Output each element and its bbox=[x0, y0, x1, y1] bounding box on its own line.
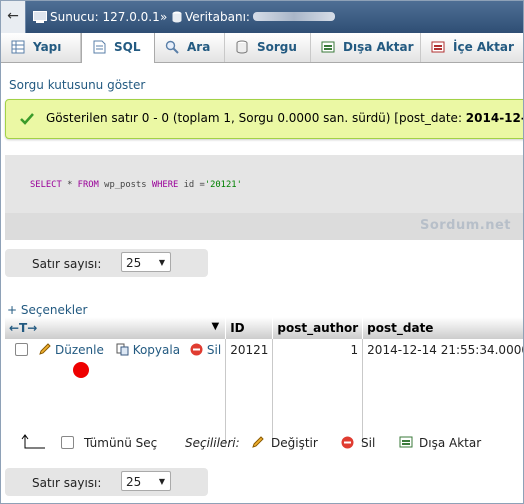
tab-search-label: Ara bbox=[187, 40, 211, 54]
success-message: Gösterilen satır 0 - 0 (toplam 1, Sorgu … bbox=[5, 99, 523, 139]
breadcrumb: ← Sunucu: 127.0.0.1 » Veritabanı: bbox=[1, 1, 523, 33]
tab-structure[interactable]: Yapı bbox=[1, 33, 81, 62]
row-count-label-bottom: Satır sayısı: bbox=[32, 476, 102, 490]
export-icon bbox=[321, 36, 335, 53]
success-text: Gösterilen satır 0 - 0 (toplam 1, Sorgu … bbox=[46, 111, 466, 125]
bulk-change-button[interactable]: Değiştir bbox=[251, 436, 318, 450]
tab-search[interactable]: Ara bbox=[155, 33, 225, 62]
breadcrumb-database-label: Veritabanı: bbox=[185, 10, 250, 24]
sql-value: '20121' bbox=[204, 180, 242, 190]
row-count-bottom: Satır sayısı: 25 ▼ bbox=[5, 468, 208, 496]
row-count-value: 25 bbox=[126, 256, 142, 270]
sql-star: * bbox=[61, 180, 78, 190]
sql-table: wp_posts bbox=[98, 180, 152, 190]
row-count-value-bottom: 25 bbox=[126, 475, 142, 489]
delete-icon bbox=[190, 343, 203, 356]
breadcrumb-server[interactable]: Sunucu: 127.0.0.1 bbox=[33, 10, 160, 26]
bulk-delete-button[interactable]: Sil bbox=[341, 436, 375, 450]
column-header-post-author[interactable]: post_author bbox=[272, 317, 364, 339]
sql-keyword-where: WHERE bbox=[151, 180, 179, 190]
pencil-icon bbox=[251, 436, 265, 449]
back-button[interactable]: ← bbox=[1, 1, 26, 33]
bulk-export-button[interactable]: Dışa Aktar bbox=[399, 436, 481, 450]
checkmark-icon bbox=[19, 111, 35, 127]
pencil-icon bbox=[38, 343, 51, 356]
red-marker bbox=[73, 362, 89, 378]
copy-icon bbox=[116, 343, 129, 356]
sql-keyword-select: SELECT bbox=[30, 180, 62, 190]
cell-id: 20121 bbox=[225, 339, 274, 447]
options-link[interactable]: + Seçenekler bbox=[7, 303, 87, 317]
phpmyadmin-window: ← Sunucu: 127.0.0.1 » Veritabanı: Yapı S… bbox=[0, 0, 524, 504]
sql-condition: id = bbox=[178, 180, 205, 190]
breadcrumb-server-label: Sunucu: 127.0.0.1 bbox=[50, 10, 160, 24]
tab-structure-label: Yapı bbox=[33, 40, 62, 54]
check-all-checkbox[interactable] bbox=[61, 436, 74, 449]
results-table: ←T→ ▼ ID post_author post_date Düzenle K… bbox=[5, 317, 523, 447]
tab-sql[interactable]: SQL bbox=[81, 33, 155, 63]
watermark: Sordum.net bbox=[419, 218, 511, 233]
copy-action[interactable]: Kopyala bbox=[116, 343, 180, 357]
chevron-down-icon: ▼ bbox=[158, 477, 165, 486]
table-header-row: ←T→ ▼ ID post_author post_date bbox=[5, 317, 523, 339]
search-icon bbox=[165, 36, 179, 54]
tab-import-label: İçe Aktar bbox=[453, 40, 514, 54]
row-checkbox[interactable] bbox=[15, 343, 28, 356]
row-count-select-bottom[interactable]: 25 ▼ bbox=[121, 471, 171, 491]
export-icon bbox=[399, 436, 413, 449]
column-resize-arrows[interactable]: ←T→ bbox=[9, 321, 37, 335]
tab-import[interactable]: İçe Aktar bbox=[421, 33, 523, 62]
table-row: Düzenle Kopyala Sil 20121 1 2014-12-14 2… bbox=[5, 339, 523, 447]
success-bold-value: 2014-12-14 2 bbox=[465, 111, 523, 125]
row-actions: Düzenle Kopyala Sil bbox=[5, 339, 227, 447]
redacted-database-name bbox=[252, 12, 335, 21]
bulk-change-label: Değiştir bbox=[271, 436, 318, 450]
edit-action[interactable]: Düzenle bbox=[38, 343, 104, 357]
query-icon bbox=[235, 36, 249, 54]
column-header-id[interactable]: ID bbox=[225, 317, 274, 339]
sql-query-box: SELECT * FROM wp_posts WHERE id ='20121'… bbox=[5, 155, 523, 240]
sort-dropdown-icon[interactable]: ▼ bbox=[211, 321, 219, 332]
structure-icon bbox=[11, 36, 25, 54]
check-all-label: Tümünü Seç bbox=[84, 436, 158, 450]
bulk-delete-label: Sil bbox=[361, 436, 376, 450]
arrow-left-up-icon bbox=[21, 434, 47, 453]
database-icon bbox=[172, 11, 182, 26]
table-actions-header: ←T→ ▼ bbox=[5, 317, 227, 339]
check-all[interactable]: Tümünü Seç bbox=[61, 436, 157, 450]
breadcrumb-separator: » bbox=[160, 10, 168, 24]
row-count-select[interactable]: 25 ▼ bbox=[121, 252, 171, 272]
sql-keyword-from: FROM bbox=[77, 180, 99, 190]
tab-sql-label: SQL bbox=[114, 40, 141, 54]
sql-box-footer: Sordum.net bbox=[5, 213, 523, 240]
cell-post-date: 2014-12-14 21:55:34.000000 bbox=[362, 339, 523, 447]
tab-query-label: Sorgu bbox=[257, 40, 297, 54]
copy-label: Kopyala bbox=[132, 343, 181, 357]
delete-label: Sil bbox=[206, 343, 222, 357]
delete-icon bbox=[341, 436, 355, 449]
show-query-link[interactable]: Sorgu kutusunu göster bbox=[9, 78, 145, 92]
delete-action[interactable]: Sil bbox=[190, 343, 221, 357]
cell-post-author: 1 bbox=[272, 339, 364, 447]
bulk-export-label: Dışa Aktar bbox=[419, 436, 482, 450]
tab-bar: Yapı SQL Ara Sorgu Dışa Aktar İçe Aktar bbox=[1, 33, 523, 63]
edit-label: Düzenle bbox=[55, 343, 104, 357]
row-count-top: Satır sayısı: 25 ▼ bbox=[5, 249, 208, 277]
sql-icon bbox=[92, 36, 106, 54]
sql-query-text: SELECT * FROM wp_posts WHERE id ='20121' bbox=[30, 180, 242, 190]
tab-export[interactable]: Dışa Aktar bbox=[311, 33, 421, 62]
server-icon bbox=[33, 11, 47, 26]
success-message-text: Gösterilen satır 0 - 0 (toplam 1, Sorgu … bbox=[46, 111, 523, 125]
tab-query[interactable]: Sorgu bbox=[225, 33, 311, 62]
import-icon bbox=[431, 36, 445, 53]
chevron-down-icon: ▼ bbox=[158, 258, 165, 267]
tab-export-label: Dışa Aktar bbox=[343, 40, 414, 54]
column-header-post-date[interactable]: post_date bbox=[362, 317, 523, 339]
row-count-label: Satır sayısı: bbox=[32, 257, 102, 271]
selected-label: Seçilileri: bbox=[185, 436, 240, 450]
breadcrumb-database[interactable]: Veritabanı: bbox=[172, 10, 335, 26]
